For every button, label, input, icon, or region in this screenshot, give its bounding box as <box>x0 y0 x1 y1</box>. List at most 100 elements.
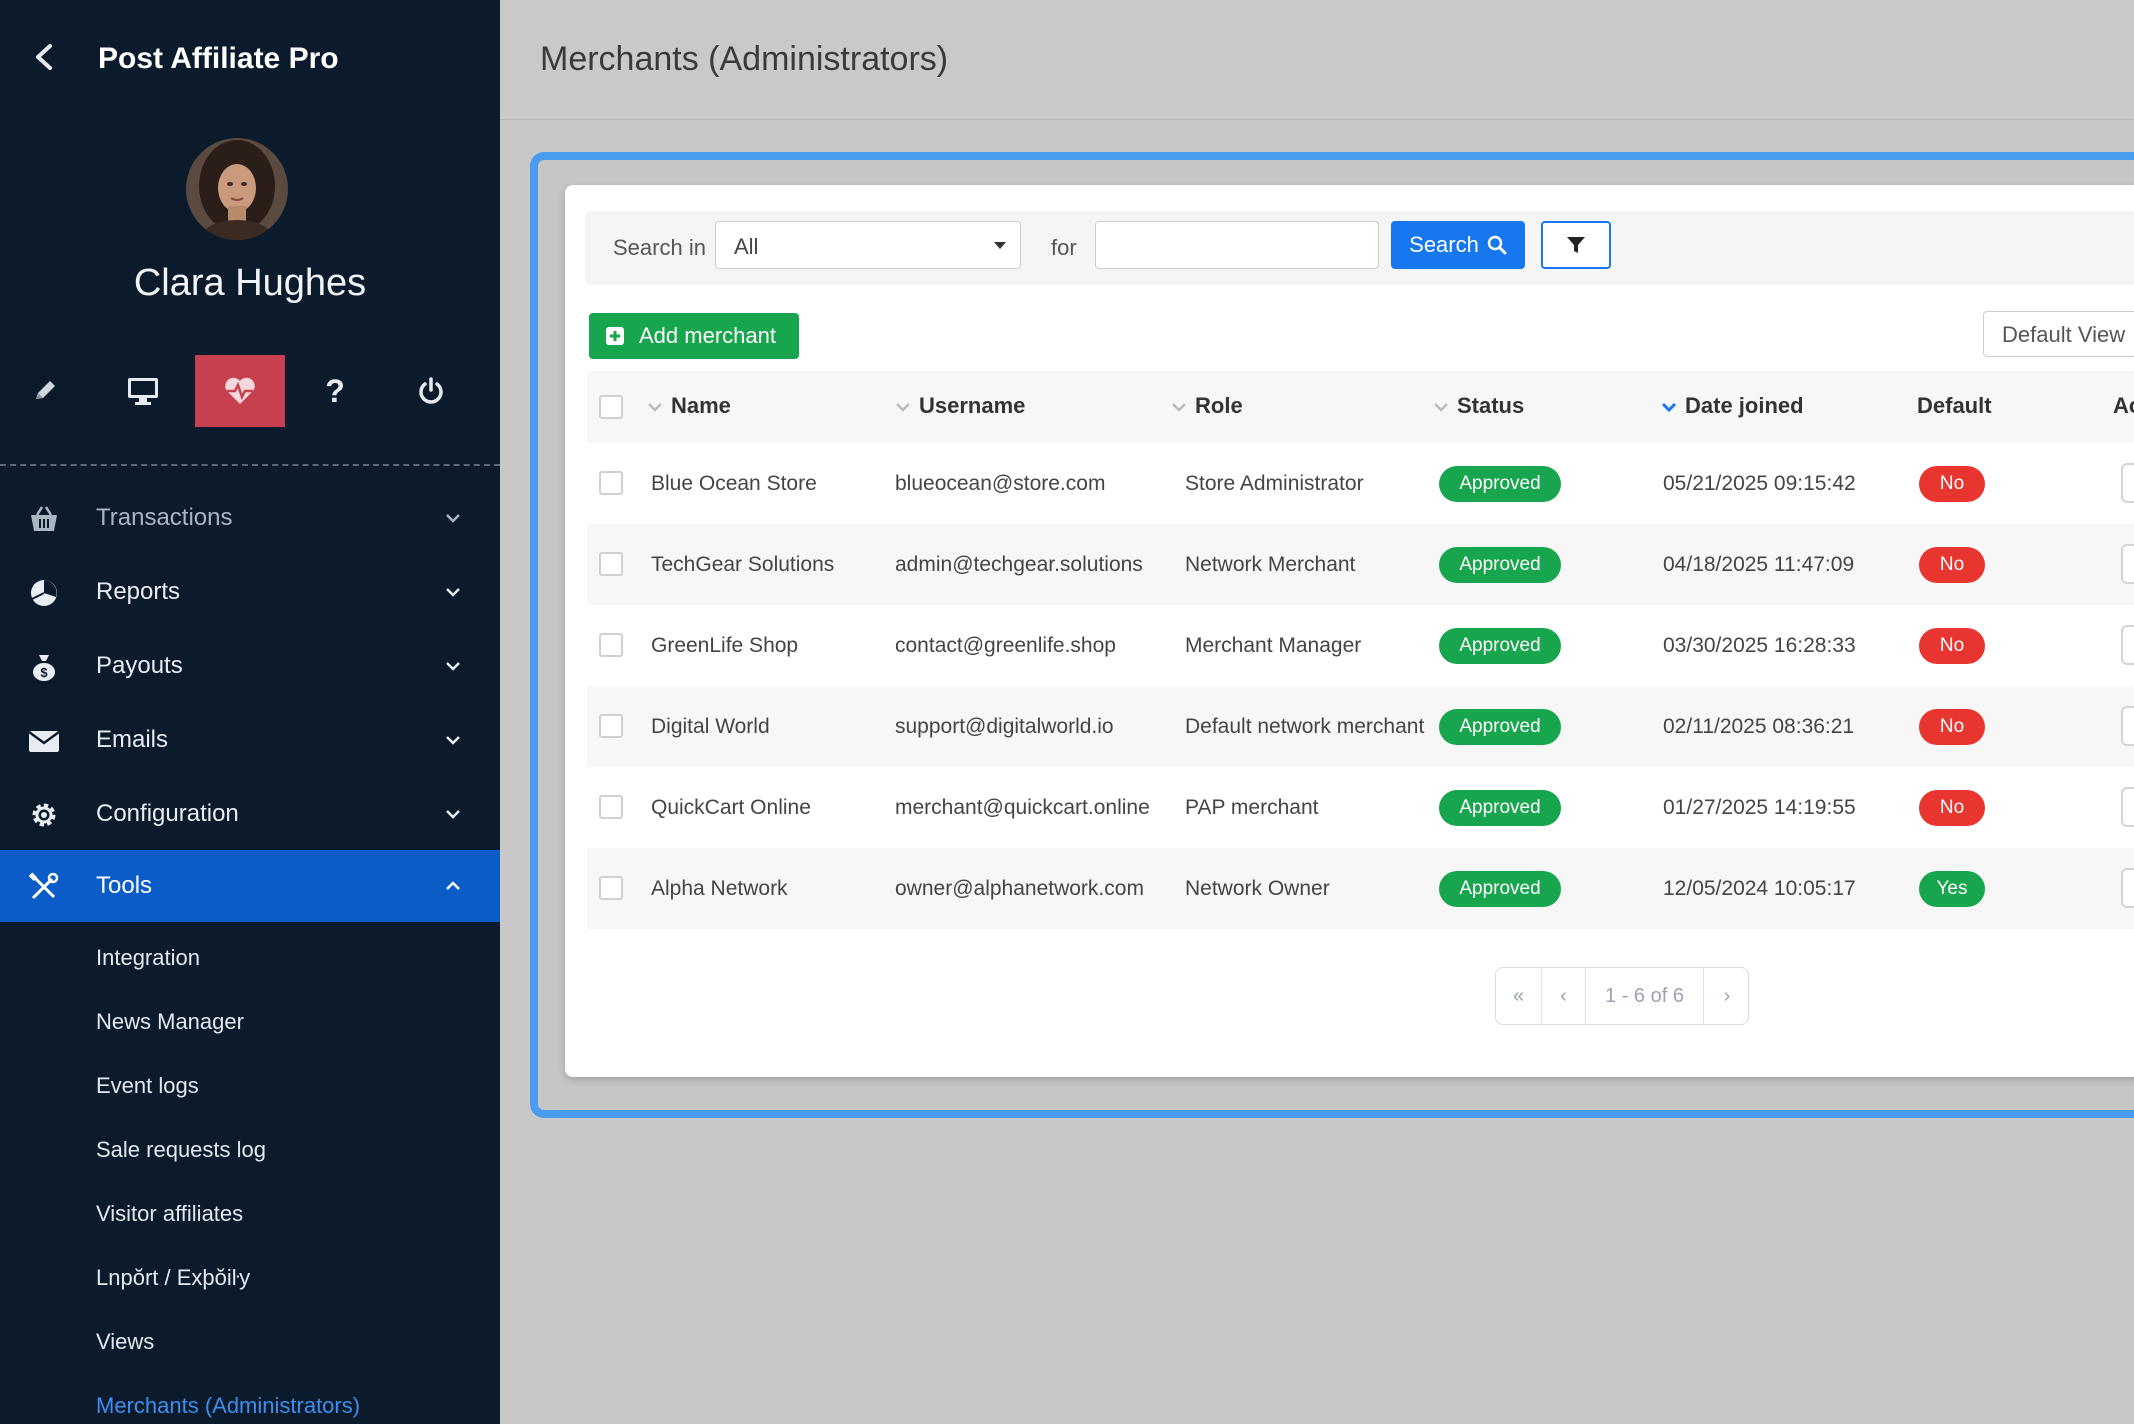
menu-item-tools[interactable]: Tools <box>0 850 500 922</box>
merchant-date-joined: 02/11/2025 08:36:21 <box>1663 715 1855 738</box>
svg-text:$: $ <box>40 665 48 680</box>
merchant-date-joined: 05/21/2025 09:15:42 <box>1663 472 1856 495</box>
chevron-left-icon[interactable] <box>28 40 62 74</box>
search-input[interactable] <box>1095 221 1379 269</box>
plus-square-icon <box>606 327 624 345</box>
column-header-role[interactable]: Role <box>1171 393 1243 419</box>
merchant-date-joined: 04/18/2025 11:47:09 <box>1663 553 1855 576</box>
first-page-button[interactable]: « <box>1496 968 1542 1024</box>
submenu-visitor-affiliates[interactable]: Visitor affiliates <box>96 1201 243 1227</box>
submenu-news-manager[interactable]: News Manager <box>96 1009 244 1035</box>
chevron-down-icon <box>446 810 460 819</box>
row-action-button[interactable] <box>2121 544 2134 584</box>
svg-text:?: ? <box>325 375 345 407</box>
merchant-name: Blue Ocean Store <box>651 472 817 495</box>
column-header-username[interactable]: Username <box>895 393 1025 419</box>
row-action-button[interactable] <box>2121 463 2134 503</box>
merchant-username: admin@techgear.solutions <box>895 553 1143 576</box>
status-badge: Approved <box>1439 709 1561 745</box>
submenu-import-export[interactable]: Lnpŏrt / Exþŏiŀy <box>96 1265 250 1291</box>
table-row[interactable]: GreenLife Shop contact@greenlife.shop Me… <box>587 605 2134 686</box>
sort-icon <box>1172 403 1186 412</box>
merchant-username: contact@greenlife.shop <box>895 634 1116 657</box>
row-checkbox[interactable] <box>599 795 623 819</box>
table-row[interactable]: Blue Ocean Store blueocean@store.com Sto… <box>587 443 2134 524</box>
status-badge: Approved <box>1439 547 1561 583</box>
merchant-username: support@digitalworld.io <box>895 715 1114 738</box>
quick-actions: ? <box>0 355 500 427</box>
monitor-icon <box>128 378 158 405</box>
default-badge: No <box>1919 790 1985 826</box>
monitor-button[interactable] <box>98 355 188 427</box>
menu-item-reports[interactable]: Reports <box>0 556 500 628</box>
view-selector[interactable]: Default View <box>1983 311 2134 357</box>
merchant-role: Network Merchant <box>1185 553 1356 576</box>
column-header-date-joined[interactable]: Date joined <box>1661 393 1804 419</box>
table-row[interactable]: QuickCart Online merchant@quickcart.onli… <box>587 767 2134 848</box>
menu-label-configuration: Configuration <box>96 800 239 827</box>
help-button[interactable]: ? <box>290 355 380 427</box>
menu-item-transactions[interactable]: Transactions <box>0 482 500 554</box>
select-all-checkbox[interactable] <box>599 395 623 419</box>
search-scope-select[interactable]: All <box>715 221 1021 269</box>
submenu-sale-requests-log[interactable]: Sale requests log <box>96 1137 266 1163</box>
table-row[interactable]: Alpha Network owner@alphanetwork.com Net… <box>587 848 2134 929</box>
chevron-down-icon <box>446 514 460 523</box>
merchant-date-joined: 01/27/2025 14:19:55 <box>1663 796 1856 819</box>
search-bar: Search in All for Search <box>585 211 2134 285</box>
search-scope-value: All <box>734 234 759 259</box>
submenu-event-logs[interactable]: Event logs <box>96 1073 199 1099</box>
merchant-name: TechGear Solutions <box>651 553 835 576</box>
column-header-status[interactable]: Status <box>1433 393 1524 419</box>
menu-item-payouts[interactable]: $ Payouts <box>0 630 500 702</box>
menu-item-emails[interactable]: Emails <box>0 704 500 776</box>
row-action-button[interactable] <box>2121 868 2134 908</box>
status-badge: Approved <box>1439 790 1561 826</box>
heartbeat-icon <box>225 377 255 404</box>
default-badge: Yes <box>1919 871 1985 907</box>
edit-button[interactable] <box>0 355 90 427</box>
status-badge: Approved <box>1439 628 1561 664</box>
table-header: Name Username Role Status Date joined De… <box>587 371 2134 443</box>
column-header-default[interactable]: Default <box>1917 393 1992 419</box>
default-badge: No <box>1919 628 1985 664</box>
chevron-down-icon <box>446 662 460 671</box>
filter-button[interactable] <box>1541 221 1611 269</box>
search-button[interactable]: Search <box>1391 221 1525 269</box>
column-label-username: Username <box>919 393 1026 418</box>
next-page-button[interactable]: › <box>1704 968 1750 1024</box>
merchant-role: Network Owner <box>1185 877 1330 900</box>
row-checkbox[interactable] <box>599 471 623 495</box>
avatar[interactable] <box>186 138 288 240</box>
menu-item-configuration[interactable]: Configuration <box>0 778 500 850</box>
logout-button[interactable] <box>386 355 476 427</box>
submenu-merchants[interactable]: Merchants (Administrators) <box>96 1393 360 1419</box>
table-row[interactable]: TechGear Solutions admin@techgear.soluti… <box>587 524 2134 605</box>
row-action-button[interactable] <box>2121 625 2134 665</box>
row-checkbox[interactable] <box>599 552 623 576</box>
column-header-name[interactable]: Name <box>647 393 731 419</box>
submenu-views[interactable]: Views <box>96 1329 154 1355</box>
user-name: Clara Hughes <box>133 262 367 304</box>
merchants-panel: Search in All for Search Add merchant De <box>565 185 2134 1077</box>
merchant-name: QuickCart Online <box>651 796 811 819</box>
table-row[interactable]: Digital World support@digitalworld.io De… <box>587 686 2134 767</box>
menu-label-tools: Tools <box>96 872 153 899</box>
health-button[interactable] <box>195 355 285 427</box>
sort-icon <box>896 403 910 412</box>
row-action-button[interactable] <box>2121 706 2134 746</box>
merchant-role: Store Administrator <box>1185 472 1364 495</box>
column-label-date: Date joined <box>1685 393 1804 418</box>
merchant-role: Default network merchant <box>1185 715 1425 738</box>
default-badge: No <box>1919 709 1985 745</box>
row-checkbox[interactable] <box>599 714 623 738</box>
prev-page-button[interactable]: ‹ <box>1542 968 1586 1024</box>
row-checkbox[interactable] <box>599 633 623 657</box>
row-action-button[interactable] <box>2121 787 2134 827</box>
column-label-status: Status <box>1457 393 1525 418</box>
add-merchant-button[interactable]: Add merchant <box>589 313 799 359</box>
submenu-integration[interactable]: Integration <box>96 945 200 971</box>
row-checkbox[interactable] <box>599 876 623 900</box>
status-badge: Approved <box>1439 466 1561 502</box>
for-label: for <box>1051 235 1077 260</box>
